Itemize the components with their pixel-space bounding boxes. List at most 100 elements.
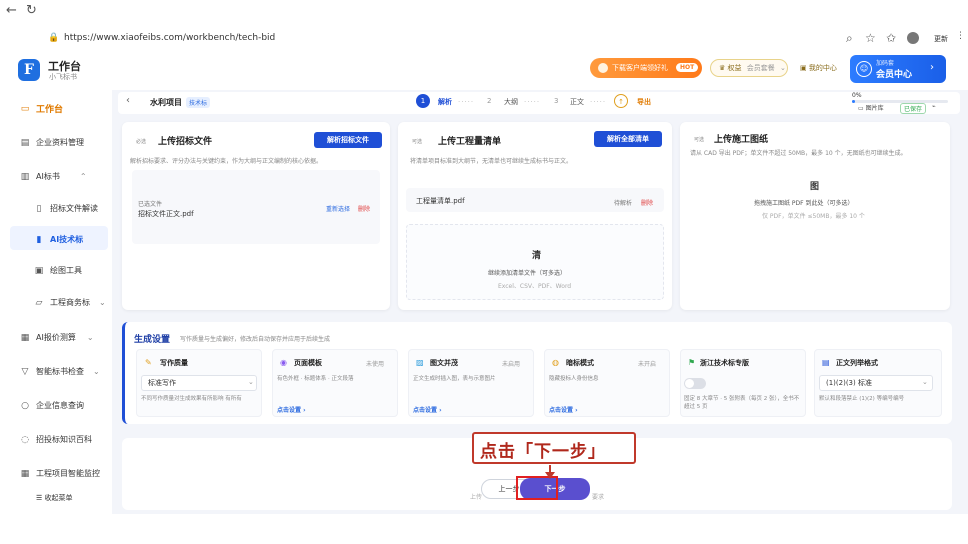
avatar[interactable] <box>907 32 919 44</box>
reselect-link[interactable]: 重新选择 <box>326 204 350 213</box>
hot-badge: HOT <box>676 63 699 72</box>
sidebar-item-bid-check[interactable]: ▽ 智能标书检查 ⌄ <box>20 366 100 377</box>
export-icon[interactable]: ↑ <box>614 94 628 108</box>
profile-label[interactable]: 更新 <box>934 34 948 44</box>
chevron-icon[interactable]: ⌁ <box>932 103 936 110</box>
page-template-set-link[interactable]: 点击设置 › <box>277 405 306 414</box>
delete-bid-link[interactable]: 删除 <box>358 204 370 213</box>
sidebar-item-company-query[interactable]: ○ 企业信息查询 <box>20 400 84 411</box>
step-2-number[interactable]: 2 <box>487 97 491 105</box>
calculator-icon: ▦ <box>20 332 30 343</box>
chevron-down-icon: ⌄ <box>93 367 100 376</box>
briefcase-icon: ▤ <box>20 137 30 148</box>
step-3-label[interactable]: 正文 <box>570 97 584 107</box>
favorites-icon[interactable]: ✩ <box>886 31 896 45</box>
sidebar-item-ai-tech-bid[interactable]: ▮ AI技术标 <box>34 234 84 245</box>
step-divider: ····· <box>590 98 607 106</box>
settings-title: 生成设置 <box>134 335 171 345</box>
perm-label: 权益 <box>727 64 742 72</box>
option-title: 页面模板 <box>294 359 322 367</box>
member-small-label: 加码套 <box>876 60 895 67</box>
option-desc: 固定 8 大章节 · 5 张附表（每页 2 张），全书不超过 5 页 <box>684 396 800 410</box>
drawing-upload-formats: 仅 PDF，单文件 ≤50MB，最多 10 个 <box>762 213 865 220</box>
sidebar-item-label: 智能标书检查 <box>36 367 84 376</box>
chevron-down-icon: ⌄ <box>922 378 928 386</box>
image-icon: ▭ <box>858 105 866 112</box>
star-icon[interactable]: ☆ <box>865 31 876 45</box>
option-desc: 正文生成时插入图，表与示意图片 <box>413 376 496 382</box>
sidebar-item-bid-reading[interactable]: ▯ 招标文件解读 <box>34 203 98 214</box>
toggle-knob <box>685 379 694 388</box>
collapse-menu-button[interactable]: ☰ 收起菜单 <box>36 493 73 503</box>
wallet-icon: ▣ <box>800 64 809 72</box>
next-step-highlight <box>516 476 558 500</box>
sidebar-item-drawing-tool[interactable]: ▣ 绘图工具 <box>34 265 82 276</box>
parse-state: 待解析 <box>614 200 633 207</box>
more-icon[interactable]: ⋮ <box>956 31 965 41</box>
callout-arrow-head <box>545 472 555 479</box>
dark-bid-set-link[interactable]: 点击设置 › <box>549 405 578 414</box>
zoom-icon[interactable]: ⌕ <box>846 31 853 46</box>
sidebar-item-ai-quote[interactable]: ▦ AI报价测算 ⌄ <box>20 332 94 343</box>
project-title: 水利项目 <box>150 98 182 107</box>
step-4-label[interactable]: 导出 <box>637 97 651 107</box>
pen-icon: ✎ <box>145 358 152 367</box>
chevron-down-icon: ⌄ <box>248 378 254 386</box>
list-format-select[interactable]: (1)(2)(3) 标准 <box>819 375 933 391</box>
sidebar-item-knowledge[interactable]: ◌ 招投标知识百科 <box>20 434 92 445</box>
delete-list-link[interactable]: 删除 <box>641 198 653 207</box>
option-title: 正文列举格式 <box>836 359 878 367</box>
step-3-number[interactable]: 3 <box>554 97 558 105</box>
list-upload-icon: 清 <box>532 251 542 261</box>
option-title: 浙江技术标专版 <box>700 359 749 367</box>
saved-badge: 已保存 <box>900 103 927 114</box>
sidebar-item-label: 绘图工具 <box>50 266 82 275</box>
back-arrow-icon[interactable]: ← <box>6 3 17 18</box>
chat-icon: ◌ <box>21 434 29 445</box>
sidebar-item-commercial-bid[interactable]: ▱ 工程商务标 ⌄ <box>34 297 106 308</box>
set-link-label: 点击设置 <box>549 407 574 414</box>
drawing-upload-hint[interactable]: 拖拽施工图纸 PDF 到此处（可多选） <box>754 198 854 207</box>
calendar-icon: ▦ <box>20 468 30 479</box>
progress-fill <box>852 100 855 103</box>
step-divider: ····· <box>524 98 541 106</box>
list-upload-hint: 继续添加清单文件（可多选） <box>488 270 567 277</box>
gift-icon <box>598 63 608 73</box>
url-field[interactable]: https://www.xiaofeibs.com/workbench/tech… <box>64 33 275 43</box>
step-1-label[interactable]: 解析 <box>438 97 452 107</box>
sidebar-item-project-monitor[interactable]: ▦ 工程项目智能监控 <box>20 468 100 479</box>
back-button[interactable]: ‹ <box>126 95 130 106</box>
bottom-strip <box>0 514 968 544</box>
chevron-down-icon: ⌄ <box>99 298 106 307</box>
bid-file-title: 上传招标文件 <box>158 137 213 147</box>
step-1-number[interactable]: 1 <box>416 94 430 108</box>
step-divider: ····· <box>458 98 475 106</box>
perm-value: 会员套餐 <box>746 64 775 72</box>
bid-file-name: 招标文件正文.pdf <box>138 210 194 218</box>
perm-selector[interactable]: ♛ 权益 会员套餐 ⌄ <box>710 59 788 77</box>
parse-all-list-button[interactable]: 解析全部清单 <box>594 131 662 147</box>
my-center-link[interactable]: ▣ 我的中心 <box>800 63 837 73</box>
list-upload-formats: Excel、CSV、PDF、Word <box>498 283 572 290</box>
layout-icon: ◉ <box>280 358 287 367</box>
sidebar-item-label: 工程项目智能监控 <box>36 469 100 478</box>
reload-icon[interactable]: ↻ <box>26 3 37 18</box>
option-title: 暗标模式 <box>566 359 594 367</box>
file-icon: ▮ <box>36 234 42 245</box>
gallery-label: 图片库 <box>865 105 884 112</box>
gallery-link[interactable]: ▭ 图片库 <box>858 103 884 112</box>
sidebar-item-company-data[interactable]: ▤ 企业资料管理 <box>20 137 84 148</box>
bulb-icon: ◍ <box>552 358 559 367</box>
step-2-label[interactable]: 大纲 <box>504 97 518 107</box>
folder-icon: ▱ <box>35 297 43 308</box>
logo-icon: F <box>18 59 40 81</box>
sidebar-item-ai-bid[interactable]: ▥ AI标书 ⌃ <box>20 171 87 182</box>
parse-bid-button[interactable]: 解析招标文件 <box>314 132 382 148</box>
writing-quality-select[interactable]: 标准写作 <box>141 375 257 391</box>
image-text-icon: ▨ <box>416 358 424 367</box>
sidebar-item-workbench[interactable]: ▭ 工作台 <box>20 102 63 116</box>
option-title: 写作质量 <box>160 359 188 367</box>
sidebar-item-label: 招标文件解读 <box>50 204 98 213</box>
required-tag: 必选 <box>136 139 147 145</box>
image-text-set-link[interactable]: 点击设置 › <box>413 405 442 414</box>
